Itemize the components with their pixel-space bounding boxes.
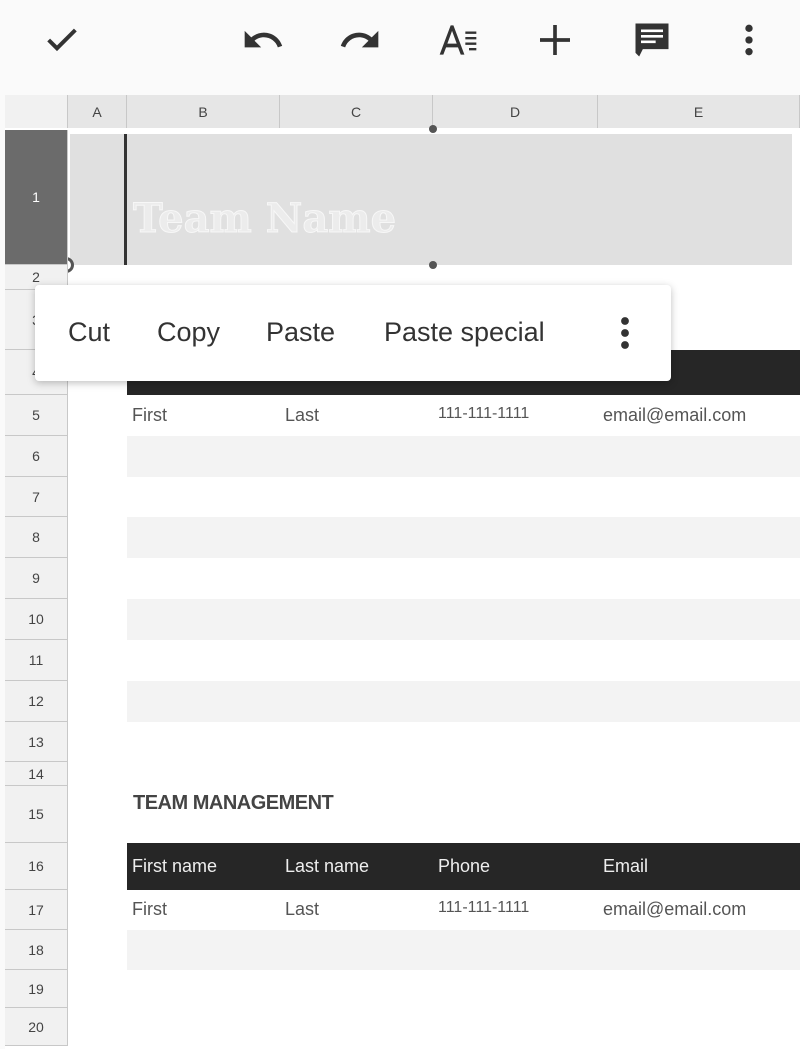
insert-icon[interactable] (533, 18, 577, 62)
striped-row (127, 681, 800, 722)
row-header-7[interactable]: 7 (5, 477, 68, 517)
selection-handle[interactable] (429, 125, 437, 133)
spreadsheet-grid[interactable]: ABCDETeam Name12345678910111213141516171… (5, 95, 800, 1049)
menu-item-cut[interactable]: Cut (68, 317, 110, 348)
redo-icon[interactable] (338, 18, 382, 62)
cell-row5[interactable]: First (132, 405, 167, 426)
striped-row (127, 517, 800, 558)
menu-item-paste-special[interactable]: Paste special (384, 317, 545, 348)
column-header-B[interactable]: B (127, 95, 280, 128)
text-format-icon[interactable] (436, 18, 480, 62)
striped-row (127, 436, 800, 477)
row-header-12[interactable]: 12 (5, 681, 68, 722)
column-header-A[interactable]: A (68, 95, 127, 128)
row-header-15[interactable]: 15 (5, 786, 68, 843)
row-header-1[interactable]: 1 (5, 130, 68, 265)
row-header-5[interactable]: 5 (5, 395, 68, 436)
cell-row17[interactable]: email@email.com (603, 899, 746, 920)
cell-cursor (124, 134, 127, 265)
column-header-E[interactable]: E (598, 95, 800, 128)
title-cell[interactable]: Team Name (132, 195, 396, 243)
section-title[interactable]: TEAM MANAGEMENT (133, 792, 334, 815)
row-header-9[interactable]: 9 (5, 558, 68, 599)
row-header-19[interactable]: 19 (5, 970, 68, 1008)
check-icon[interactable] (40, 18, 84, 62)
cell-row5[interactable]: 111-111-1111 (438, 405, 529, 423)
corner-header (5, 95, 68, 128)
selection-handle[interactable] (429, 261, 437, 269)
column-header-D[interactable]: D (433, 95, 598, 128)
row-header-13[interactable]: 13 (5, 722, 68, 762)
row-header-17[interactable]: 17 (5, 890, 68, 930)
cell-row17[interactable]: 111-111-1111 (438, 899, 529, 917)
cell-row17[interactable]: Last (285, 899, 319, 920)
table-header-cell[interactable]: Last name (285, 856, 369, 877)
row-header-14[interactable]: 14 (5, 762, 68, 786)
striped-row (127, 599, 800, 640)
context-menu: Cut Copy Paste Paste special (35, 285, 671, 381)
more-vert-icon[interactable] (610, 315, 640, 356)
row-header-18[interactable]: 18 (5, 930, 68, 970)
menu-item-paste[interactable]: Paste (266, 317, 335, 348)
striped-row (127, 930, 800, 970)
row-header-20[interactable]: 20 (5, 1008, 68, 1046)
cell-row17[interactable]: First (132, 899, 167, 920)
menu-item-copy[interactable]: Copy (157, 317, 220, 348)
row-header-11[interactable]: 11 (5, 640, 68, 681)
column-header-C[interactable]: C (280, 95, 433, 128)
cell-row5[interactable]: Last (285, 405, 319, 426)
row-header-16[interactable]: 16 (5, 843, 68, 890)
row-header-8[interactable]: 8 (5, 517, 68, 558)
more-vert-icon[interactable] (727, 18, 771, 62)
comment-icon[interactable] (630, 18, 674, 62)
table-header-cell[interactable]: Email (603, 856, 648, 877)
cell-row5[interactable]: email@email.com (603, 405, 746, 426)
table-header-cell[interactable]: First name (132, 856, 217, 877)
toolbar (0, 0, 800, 90)
table-header-cell[interactable]: Phone (438, 856, 490, 877)
row-header-6[interactable]: 6 (5, 436, 68, 477)
undo-icon[interactable] (241, 18, 285, 62)
row-header-10[interactable]: 10 (5, 599, 68, 640)
